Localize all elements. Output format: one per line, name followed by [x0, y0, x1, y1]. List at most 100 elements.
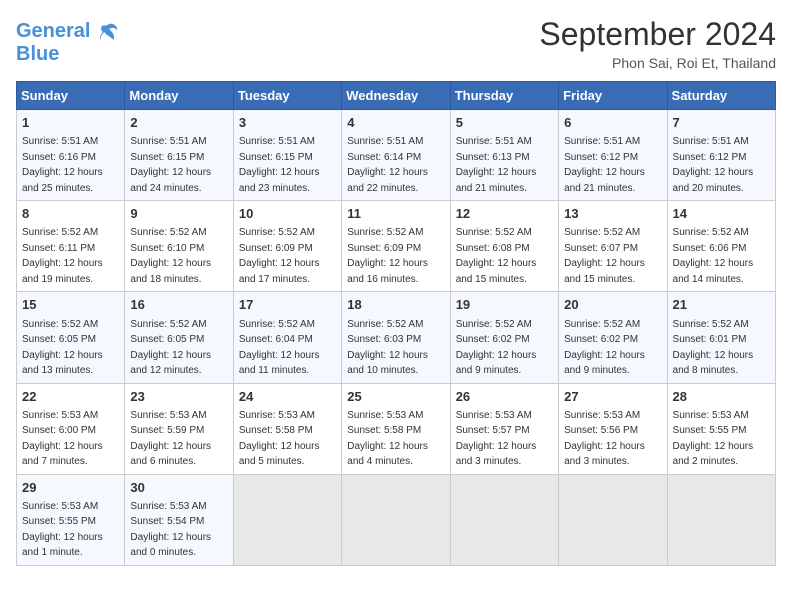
day-number: 5: [456, 114, 553, 132]
calendar-cell: 22 Sunrise: 5:53 AMSunset: 6:00 PMDayligh…: [17, 383, 125, 474]
day-number: 29: [22, 479, 119, 497]
day-info: Sunrise: 5:51 AMSunset: 6:14 PMDaylight:…: [347, 136, 428, 194]
day-info: Sunrise: 5:52 AMSunset: 6:05 PMDaylight:…: [22, 319, 103, 377]
day-number: 1: [22, 114, 119, 132]
col-tuesday: Tuesday: [233, 82, 341, 110]
day-number: 10: [239, 205, 336, 223]
calendar-cell: 27Sunrise: 5:53 AMSunset: 5:56 PMDayligh…: [559, 383, 667, 474]
calendar-cell: 5 Sunrise: 5:51 AMSunset: 6:13 PMDaylight…: [450, 110, 558, 201]
calendar-cell: 7 Sunrise: 5:51 AMSunset: 6:12 PMDaylight…: [667, 110, 775, 201]
day-info: Sunrise: 5:53 AMSunset: 5:54 PMDaylight:…: [130, 501, 211, 559]
day-number: 19: [456, 296, 553, 314]
header: General Blue September 2024 Phon Sai, Ro…: [16, 16, 776, 71]
day-number: 25: [347, 388, 444, 406]
calendar-cell: 21 Sunrise: 5:52 AMSunset: 6:01 PMDayligh…: [667, 292, 775, 383]
day-info: Sunrise: 5:53 AMSunset: 5:56 PMDaylight:…: [564, 410, 645, 468]
calendar-cell: 25Sunrise: 5:53 AMSunset: 5:58 PMDayligh…: [342, 383, 450, 474]
location-title: Phon Sai, Roi Et, Thailand: [539, 55, 776, 71]
calendar-cell: [559, 474, 667, 565]
day-info: Sunrise: 5:52 AMSunset: 6:05 PMDaylight:…: [130, 319, 211, 377]
day-info: Sunrise: 5:53 AMSunset: 6:00 PMDaylight:…: [22, 410, 103, 468]
col-monday: Monday: [125, 82, 233, 110]
calendar-cell: 13Sunrise: 5:52 AMSunset: 6:07 PMDayligh…: [559, 201, 667, 292]
calendar-cell: 2 Sunrise: 5:51 AMSunset: 6:15 PMDaylight…: [125, 110, 233, 201]
calendar-cell: 29 Sunrise: 5:53 AMSunset: 5:55 PMDayligh…: [17, 474, 125, 565]
calendar-cell: 16 Sunrise: 5:52 AMSunset: 6:05 PMDayligh…: [125, 292, 233, 383]
day-info: Sunrise: 5:51 AMSunset: 6:12 PMDaylight:…: [673, 136, 754, 194]
day-info: Sunrise: 5:53 AMSunset: 5:59 PMDaylight:…: [130, 410, 211, 468]
day-info: Sunrise: 5:52 AMSunset: 6:09 PMDaylight:…: [347, 227, 428, 285]
calendar-cell: 11 Sunrise: 5:52 AMSunset: 6:09 PMDayligh…: [342, 201, 450, 292]
day-info: Sunrise: 5:52 AMSunset: 6:02 PMDaylight:…: [456, 319, 537, 377]
day-number: 8: [22, 205, 119, 223]
day-number: 4: [347, 114, 444, 132]
day-info: Sunrise: 5:52 AMSunset: 6:09 PMDaylight:…: [239, 227, 320, 285]
calendar-cell: [667, 474, 775, 565]
calendar-cell: 26 Sunrise: 5:53 AMSunset: 5:57 PMDayligh…: [450, 383, 558, 474]
day-info: Sunrise: 5:53 AMSunset: 5:58 PMDaylight:…: [239, 410, 320, 468]
calendar-row: 22 Sunrise: 5:53 AMSunset: 6:00 PMDayligh…: [17, 383, 776, 474]
header-row: Sunday Monday Tuesday Wednesday Thursday…: [17, 82, 776, 110]
day-number: 22: [22, 388, 119, 406]
calendar-cell: 24Sunrise: 5:53 AMSunset: 5:58 PMDayligh…: [233, 383, 341, 474]
day-number: 15: [22, 296, 119, 314]
day-info: Sunrise: 5:51 AMSunset: 6:13 PMDaylight:…: [456, 136, 537, 194]
day-info: Sunrise: 5:51 AMSunset: 6:16 PMDaylight:…: [22, 136, 103, 194]
day-number: 6: [564, 114, 661, 132]
calendar-row: 29 Sunrise: 5:53 AMSunset: 5:55 PMDayligh…: [17, 474, 776, 565]
day-number: 12: [456, 205, 553, 223]
month-title: September 2024: [539, 16, 776, 53]
day-info: Sunrise: 5:52 AMSunset: 6:08 PMDaylight:…: [456, 227, 537, 285]
calendar-cell: 15 Sunrise: 5:52 AMSunset: 6:05 PMDayligh…: [17, 292, 125, 383]
day-info: Sunrise: 5:52 AMSunset: 6:03 PMDaylight:…: [347, 319, 428, 377]
col-wednesday: Wednesday: [342, 82, 450, 110]
calendar-cell: 4 Sunrise: 5:51 AMSunset: 6:14 PMDaylight…: [342, 110, 450, 201]
calendar-cell: 12 Sunrise: 5:52 AMSunset: 6:08 PMDayligh…: [450, 201, 558, 292]
day-number: 21: [673, 296, 770, 314]
calendar-cell: 3Sunrise: 5:51 AMSunset: 6:15 PMDaylight…: [233, 110, 341, 201]
day-number: 7: [673, 114, 770, 132]
day-number: 2: [130, 114, 227, 132]
day-number: 28: [673, 388, 770, 406]
calendar-cell: 10 Sunrise: 5:52 AMSunset: 6:09 PMDayligh…: [233, 201, 341, 292]
day-info: Sunrise: 5:52 AMSunset: 6:02 PMDaylight:…: [564, 319, 645, 377]
day-number: 14: [673, 205, 770, 223]
calendar-cell: 17 Sunrise: 5:52 AMSunset: 6:04 PMDayligh…: [233, 292, 341, 383]
col-sunday: Sunday: [17, 82, 125, 110]
day-number: 30: [130, 479, 227, 497]
day-number: 11: [347, 205, 444, 223]
logo-bird-icon: [98, 21, 120, 43]
day-info: Sunrise: 5:52 AMSunset: 6:07 PMDaylight:…: [564, 227, 645, 285]
day-info: Sunrise: 5:52 AMSunset: 6:01 PMDaylight:…: [673, 319, 754, 377]
calendar-row: 8 Sunrise: 5:52 AMSunset: 6:11 PMDaylight…: [17, 201, 776, 292]
calendar-cell: 20 Sunrise: 5:52 AMSunset: 6:02 PMDayligh…: [559, 292, 667, 383]
col-thursday: Thursday: [450, 82, 558, 110]
day-number: 17: [239, 296, 336, 314]
title-area: September 2024 Phon Sai, Roi Et, Thailan…: [539, 16, 776, 71]
calendar-cell: 28 Sunrise: 5:53 AMSunset: 5:55 PMDayligh…: [667, 383, 775, 474]
calendar-cell: [342, 474, 450, 565]
day-info: Sunrise: 5:51 AMSunset: 6:15 PMDaylight:…: [130, 136, 211, 194]
calendar-row: 1 Sunrise: 5:51 AMSunset: 6:16 PMDaylight…: [17, 110, 776, 201]
day-info: Sunrise: 5:53 AMSunset: 5:55 PMDaylight:…: [22, 501, 103, 559]
calendar-cell: 30 Sunrise: 5:53 AMSunset: 5:54 PMDayligh…: [125, 474, 233, 565]
col-saturday: Saturday: [667, 82, 775, 110]
calendar-cell: 23Sunrise: 5:53 AMSunset: 5:59 PMDayligh…: [125, 383, 233, 474]
day-number: 26: [456, 388, 553, 406]
day-info: Sunrise: 5:52 AMSunset: 6:04 PMDaylight:…: [239, 319, 320, 377]
day-info: Sunrise: 5:52 AMSunset: 6:11 PMDaylight:…: [22, 227, 103, 285]
calendar-cell: 18Sunrise: 5:52 AMSunset: 6:03 PMDayligh…: [342, 292, 450, 383]
calendar-cell: [450, 474, 558, 565]
day-info: Sunrise: 5:53 AMSunset: 5:55 PMDaylight:…: [673, 410, 754, 468]
day-number: 16: [130, 296, 227, 314]
calendar-cell: 1 Sunrise: 5:51 AMSunset: 6:16 PMDaylight…: [17, 110, 125, 201]
col-friday: Friday: [559, 82, 667, 110]
day-info: Sunrise: 5:51 AMSunset: 6:15 PMDaylight:…: [239, 136, 320, 194]
day-number: 20: [564, 296, 661, 314]
calendar-cell: 14 Sunrise: 5:52 AMSunset: 6:06 PMDayligh…: [667, 201, 775, 292]
day-info: Sunrise: 5:53 AMSunset: 5:57 PMDaylight:…: [456, 410, 537, 468]
calendar-table: Sunday Monday Tuesday Wednesday Thursday…: [16, 81, 776, 566]
day-info: Sunrise: 5:52 AMSunset: 6:06 PMDaylight:…: [673, 227, 754, 285]
calendar-cell: 8 Sunrise: 5:52 AMSunset: 6:11 PMDaylight…: [17, 201, 125, 292]
logo-line2: Blue: [16, 43, 120, 65]
